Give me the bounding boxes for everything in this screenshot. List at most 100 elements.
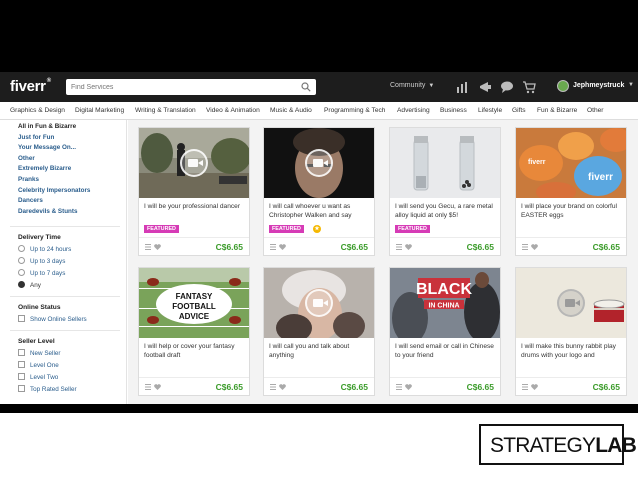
- cart-icon[interactable]: [522, 80, 536, 94]
- checkbox-icon[interactable]: [18, 385, 25, 392]
- gig-thumbnail[interactable]: [139, 128, 249, 198]
- subcategory-item[interactable]: Pranks: [18, 175, 90, 186]
- video-play-icon[interactable]: [180, 149, 208, 177]
- logo-part-lab: LAB: [595, 434, 637, 457]
- radio-icon[interactable]: [18, 269, 25, 276]
- menu-icon[interactable]: [396, 384, 402, 390]
- checkbox-icon[interactable]: [18, 373, 25, 380]
- username[interactable]: Jephmeystruck: [573, 82, 624, 89]
- gig-title[interactable]: I will help or cover your fantasy footba…: [144, 342, 246, 361]
- heart-icon[interactable]: [531, 384, 538, 390]
- gig-title[interactable]: I will send email or call in Chinese to …: [395, 342, 497, 361]
- nav-item-video-animation[interactable]: Video & Animation: [206, 107, 260, 114]
- subcategory-item[interactable]: Your Message On...: [18, 143, 90, 154]
- gig-thumbnail[interactable]: [516, 268, 626, 338]
- gig-thumbnail[interactable]: fiverr fiverr: [516, 128, 626, 198]
- gig-card[interactable]: I will call you and talk about anything …: [263, 267, 375, 396]
- video-play-icon[interactable]: [305, 149, 333, 177]
- gig-thumbnail[interactable]: [264, 268, 374, 338]
- subcategory-item[interactable]: Dancers: [18, 196, 90, 207]
- search-icon[interactable]: [301, 82, 311, 92]
- video-play-icon[interactable]: [305, 289, 333, 317]
- video-play-icon[interactable]: [557, 289, 585, 317]
- gig-card[interactable]: I will send you Gecu, a rare metal alloy…: [389, 127, 501, 256]
- menu-icon[interactable]: [396, 244, 402, 250]
- gig-footer: C$6.65: [139, 237, 249, 255]
- delivery-option-3d[interactable]: Up to 3 days: [18, 257, 65, 265]
- search-box[interactable]: [66, 79, 316, 95]
- menu-icon[interactable]: [270, 384, 276, 390]
- nav-item-music-audio[interactable]: Music & Audio: [270, 107, 312, 114]
- subcategory-item[interactable]: Celebrity Impersonators: [18, 186, 90, 197]
- nav-item-fun-bizarre[interactable]: Fun & Bizarre: [537, 107, 577, 114]
- gig-title[interactable]: I will be your professional dancer: [144, 202, 246, 221]
- radio-icon[interactable]: [18, 257, 25, 264]
- subcategory-item[interactable]: Other: [18, 154, 90, 165]
- nav-item-advertising[interactable]: Advertising: [397, 107, 430, 114]
- gig-thumbnail[interactable]: [264, 128, 374, 198]
- megaphone-icon[interactable]: [479, 80, 493, 94]
- seller-level-new[interactable]: New Seller: [18, 349, 60, 357]
- show-online-sellers-checkbox[interactable]: Show Online Sellers: [18, 315, 87, 323]
- easter-eggs-image: fiverr fiverr: [516, 128, 626, 198]
- heart-icon[interactable]: [279, 244, 286, 250]
- checkbox-icon[interactable]: [18, 361, 25, 368]
- heart-icon[interactable]: [154, 244, 161, 250]
- seller-level-top-rated[interactable]: Top Rated Seller: [18, 385, 77, 393]
- gig-thumbnail[interactable]: FANTASY FOOTBALL ADVICE: [139, 268, 249, 338]
- nav-item-other[interactable]: Other: [587, 107, 604, 114]
- gig-title[interactable]: I will make this bunny rabbit play drums…: [521, 342, 623, 361]
- subcategory-item[interactable]: Just for Fun: [18, 133, 90, 144]
- checkbox-icon[interactable]: [18, 315, 25, 322]
- fiverr-logo[interactable]: fiverr®: [10, 78, 51, 95]
- delivery-time-title: Delivery Time: [18, 234, 61, 241]
- nav-item-business[interactable]: Business: [440, 107, 467, 114]
- nav-item-digital-marketing[interactable]: Digital Marketing: [75, 107, 124, 114]
- nav-item-writing-translation[interactable]: Writing & Translation: [135, 107, 196, 114]
- gig-card[interactable]: I will be your professional dancer FEATU…: [138, 127, 250, 256]
- radio-icon[interactable]: [18, 245, 25, 252]
- menu-icon[interactable]: [145, 384, 151, 390]
- nav-item-gifts[interactable]: Gifts: [512, 107, 526, 114]
- heart-icon[interactable]: [405, 244, 412, 250]
- delivery-option-24h[interactable]: Up to 24 hours: [18, 245, 71, 253]
- gig-card[interactable]: I will call whoever u want as Christophe…: [263, 127, 375, 256]
- radio-selected-icon[interactable]: [18, 281, 25, 288]
- nav-item-graphics-design[interactable]: Graphics & Design: [10, 107, 65, 114]
- seller-level-two[interactable]: Level Two: [18, 373, 58, 381]
- delivery-option-7d[interactable]: Up to 7 days: [18, 269, 65, 277]
- nav-item-lifestyle[interactable]: Lifestyle: [478, 107, 502, 114]
- chat-icon[interactable]: [500, 80, 514, 94]
- subcategory-item[interactable]: Extremely Bizarre: [18, 164, 90, 175]
- heart-icon[interactable]: [405, 384, 412, 390]
- heart-icon[interactable]: [279, 384, 286, 390]
- top-black-band: [0, 0, 638, 72]
- seller-level-one[interactable]: Level One: [18, 361, 59, 369]
- gig-card[interactable]: FANTASY FOOTBALL ADVICE I will help or c…: [138, 267, 250, 396]
- menu-icon[interactable]: [145, 244, 151, 250]
- gig-thumbnail[interactable]: BLACK IN CHINA: [390, 268, 500, 338]
- menu-icon[interactable]: [522, 384, 528, 390]
- gig-title[interactable]: I will call you and talk about anything: [269, 342, 371, 361]
- gig-title[interactable]: I will place your brand on colorful EAST…: [521, 202, 623, 221]
- gig-card[interactable]: fiverr fiverr I will place your brand on…: [515, 127, 627, 256]
- menu-icon[interactable]: [270, 244, 276, 250]
- gig-title[interactable]: I will send you Gecu, a rare metal alloy…: [395, 202, 497, 221]
- heart-icon[interactable]: [531, 244, 538, 250]
- analytics-icon[interactable]: [455, 80, 469, 94]
- gig-title[interactable]: I will call whoever u want as Christophe…: [269, 202, 371, 221]
- community-menu[interactable]: Community ▼: [390, 82, 434, 89]
- gig-thumbnail[interactable]: [390, 128, 500, 198]
- checkbox-icon[interactable]: [18, 349, 25, 356]
- gig-card[interactable]: BLACK IN CHINA I will send email or call…: [389, 267, 501, 396]
- subcategory-all[interactable]: All in Fun & Bizarre: [18, 122, 90, 133]
- chevron-down-icon[interactable]: ▼: [628, 82, 634, 88]
- subcategory-item[interactable]: Daredevils & Stunts: [18, 207, 90, 218]
- nav-item-programming-tech[interactable]: Programming & Tech: [324, 107, 385, 114]
- gig-card[interactable]: I will make this bunny rabbit play drums…: [515, 267, 627, 396]
- heart-icon[interactable]: [154, 384, 161, 390]
- menu-icon[interactable]: [522, 244, 528, 250]
- delivery-option-any[interactable]: Any: [18, 281, 41, 289]
- search-input[interactable]: [71, 81, 291, 93]
- avatar[interactable]: [557, 80, 569, 92]
